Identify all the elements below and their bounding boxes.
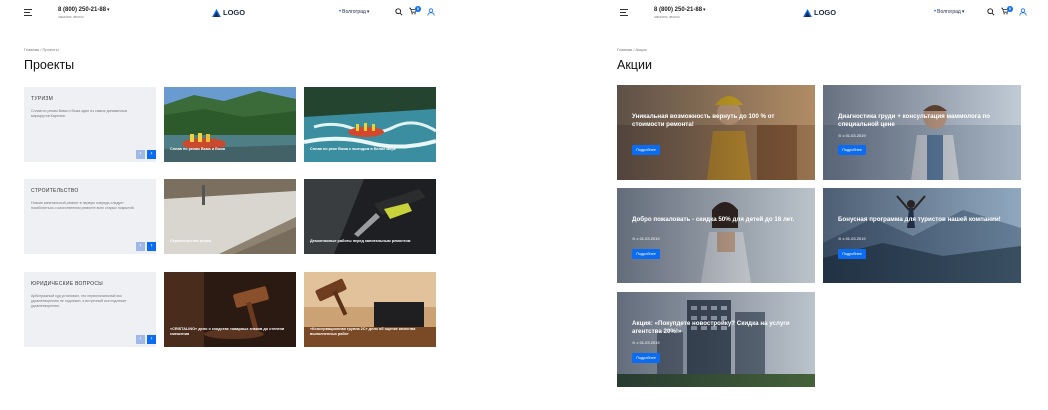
image-overlay [617, 85, 815, 180]
breadcrumb[interactable]: Главная / Проекты [24, 47, 59, 52]
phone-number[interactable]: 8 (800) 250-21-88▾ [58, 7, 110, 13]
chevron-down-icon: ▾ [703, 7, 706, 13]
category-description: Арбитражный суд установил, что первонача… [31, 294, 127, 308]
menu-icon[interactable] [620, 9, 628, 16]
promo-title: Акция: «Покупдете новостройку? Скидка на… [632, 320, 790, 336]
project-caption: Строительство позиц [170, 239, 212, 243]
promo-date: ⊙ с 01.03.2019 [838, 236, 866, 241]
prev-arrow-button[interactable]: ‹ [136, 242, 145, 251]
callback-link[interactable]: заказать звонок [58, 15, 84, 19]
chevron-down-icon: ▾ [961, 9, 965, 15]
page-title: Акции [617, 58, 652, 72]
details-button[interactable]: Подробнее [838, 249, 866, 259]
promo-date: ⊙ с 01.03.2019 [838, 133, 866, 138]
city-selector[interactable]: • Волгоград ▾ [339, 9, 369, 15]
promo-card[interactable]: Акция: «Покупдете новостройку? Скидка на… [617, 292, 815, 387]
category-card-tourism: ТУРИЗМ Сплав по рекам Вама и Вожа один и… [24, 87, 156, 162]
promo-date-text: с 01.03.2019 [636, 340, 660, 345]
callback-link[interactable]: заказать звонок [654, 15, 680, 19]
details-button[interactable]: Подробнее [632, 145, 660, 155]
project-tile[interactable]: Строительство позиц [164, 179, 296, 254]
search-icon[interactable] [987, 8, 995, 16]
category-description: Низкие капитальный ремонт в первую очере… [31, 201, 135, 210]
promo-title: Добро пожаловать - скидка 50% для детей … [632, 216, 795, 223]
promo-date: ⊙ с 01.03.2019 [632, 340, 660, 345]
category-title: СТРОИТЕЛЬСТВО [31, 188, 79, 194]
logo-icon [212, 8, 221, 17]
category-title: ЮРИДИЧЕСКИЕ ВОПРОСЫ [31, 281, 103, 287]
breadcrumb[interactable]: Главная / Акции [617, 47, 647, 52]
promo-title: Уникальная возможность вернуть до 100 % … [632, 113, 775, 129]
logo[interactable]: LOGO [212, 8, 245, 17]
cart-button[interactable]: 0 [1001, 6, 1013, 17]
promo-card[interactable]: Диагностика груди + консультация маммоло… [823, 85, 1021, 180]
next-arrow-button[interactable]: › [147, 150, 156, 159]
page-title: Проекты [24, 58, 75, 72]
category-title: ТУРИЗМ [31, 96, 54, 102]
project-caption: Сплав по реке Вожа с выездом в Белое мор… [310, 147, 396, 151]
promotions-page: 8 (800) 250-21-88▾ заказать звонок LOGO … [596, 0, 1048, 410]
location-pin-icon: • [339, 9, 342, 15]
header: 8 (800) 250-21-88▾ заказать звонок LOGO … [596, 0, 1048, 26]
details-button[interactable]: Подробнее [838, 145, 866, 155]
category-description: Сплав по рекам Вама и Вожа один из самых… [31, 109, 128, 118]
promo-card[interactable]: Бонусная программа для туристов нашей ко… [823, 188, 1021, 283]
project-caption: Сплав по рекам Вама и Вожа [170, 147, 225, 151]
project-caption: «Консервационная группа 2С» дело об оцен… [310, 327, 416, 336]
category-card-construction: СТРОИТЕЛЬСТВО Низкие капитальный ремонт … [24, 179, 156, 254]
cart-count-badge: 0 [1007, 6, 1013, 12]
menu-icon[interactable] [24, 9, 32, 16]
city-selector[interactable]: • Волгоград ▾ [934, 9, 964, 15]
details-button[interactable]: Подробнее [632, 353, 660, 363]
search-icon[interactable] [395, 8, 403, 16]
next-arrow-button[interactable]: › [147, 242, 156, 251]
project-tile[interactable]: Сплав по рекам Вама и Вожа [164, 87, 296, 162]
category-card-legal: ЮРИДИЧЕСКИЕ ВОПРОСЫ Арбитражный суд уста… [24, 272, 156, 347]
city-name: Волгоград [937, 9, 961, 15]
chevron-down-icon: ▾ [366, 9, 370, 15]
prev-arrow-button[interactable]: ‹ [136, 335, 145, 344]
project-tile[interactable]: Сплав по реке Вожа с выездом в Белое мор… [304, 87, 436, 162]
promo-title: Диагностика груди + консультация маммоло… [838, 113, 990, 129]
promo-date-text: с 01.03.2019 [842, 133, 866, 138]
cart-button[interactable]: 0 [409, 6, 421, 17]
project-caption: Демонтажные работы перед капитальным рем… [310, 239, 411, 243]
header: 8 (800) 250-21-88▾ заказать звонок LOGO … [0, 0, 458, 26]
logo-text: LOGO [223, 8, 246, 17]
phone-number[interactable]: 8 (800) 250-21-88▾ [654, 7, 706, 13]
prev-arrow-button[interactable]: ‹ [136, 150, 145, 159]
promo-date-text: с 01.03.2019 [636, 236, 660, 241]
user-icon[interactable] [427, 8, 435, 16]
projects-page: 8 (800) 250-21-88▾ заказать звонок LOGO … [0, 0, 458, 410]
logo-text: LOGO [814, 8, 837, 17]
promo-date: ⊙ с 01.03.2019 [632, 236, 660, 241]
promo-card[interactable]: Добро пожаловать - скидка 50% для детей … [617, 188, 815, 283]
logo[interactable]: LOGO [803, 8, 836, 17]
logo-icon [803, 8, 812, 17]
next-arrow-button[interactable]: › [147, 335, 156, 344]
cart-count-badge: 0 [415, 6, 421, 12]
promo-title: Бонусная программа для туристов нашей ко… [838, 216, 1001, 223]
details-button[interactable]: Подробнее [632, 249, 660, 259]
phone-text: 8 (800) 250-21-88 [58, 7, 107, 13]
location-pin-icon: • [934, 9, 937, 15]
project-tile[interactable]: «Консервационная группа 2С» дело об оцен… [304, 272, 436, 347]
project-tile[interactable]: «CRISTALINO» дело о сходстве товарных зн… [164, 272, 296, 347]
promo-card[interactable]: Уникальная возможность вернуть до 100 % … [617, 85, 815, 180]
user-icon[interactable] [1019, 8, 1027, 16]
project-tile[interactable]: Демонтажные работы перед капитальным рем… [304, 179, 436, 254]
phone-text: 8 (800) 250-21-88 [654, 7, 703, 13]
city-name: Волгоград [342, 9, 366, 15]
project-caption: «CRISTALINO» дело о сходстве товарных зн… [170, 327, 285, 336]
promo-date-text: с 01.03.2019 [842, 236, 866, 241]
chevron-down-icon: ▾ [107, 7, 110, 13]
